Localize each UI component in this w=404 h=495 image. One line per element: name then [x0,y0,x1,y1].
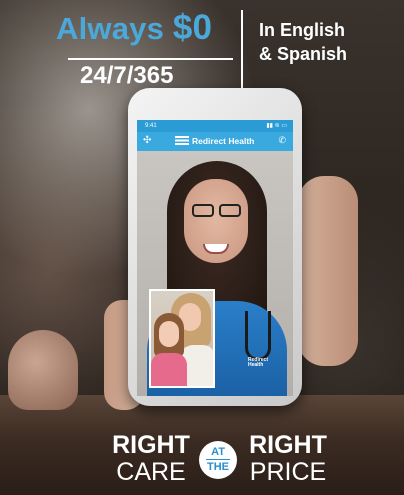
status-time: 9:41 [145,123,157,129]
tagline-left: RIGHT CARE [103,432,199,486]
phone-screen: 9:41 ▮▮ ≋ ▭ ✣ Redirect Health ✆ Redirect… [137,120,293,396]
tagline-left-strong: RIGHT [112,431,190,459]
glasses-lens-right [219,204,241,217]
header-divider [241,10,243,98]
languages-line-2: & Spanish [259,44,348,64]
tagline-right-light: PRICE [249,458,327,486]
languages-text: In English & Spanish [259,18,347,66]
headline-amount: $0 [172,8,213,47]
badge-divider [206,459,230,460]
app-bar: ✣ Redirect Health ✆ [137,132,293,151]
phone-call-icon[interactable]: ✆ [278,135,286,146]
redirect-health-logo-icon [175,136,189,145]
hours-availability: 24/7/365 [80,62,174,89]
tagline-left-light: CARE [116,458,186,486]
person-hand-left-background [8,330,78,410]
badge-top-text: AT [211,446,225,458]
self-view-video[interactable] [149,289,215,388]
headline-prefix: Always [56,11,173,46]
smartphone: 9:41 ▮▮ ≋ ▭ ✣ Redirect Health ✆ Redirect… [128,88,302,406]
headline: Always $0 [56,8,212,48]
hand-holding-phone-right [298,176,358,366]
tagline-right-strong: RIGHT [249,431,327,459]
badge-bottom-text: THE [207,461,229,473]
scrubs-logo: Redirect Health [248,358,268,368]
headline-underline [68,58,233,60]
app-brand-name: Redirect Health [192,136,255,146]
child-shirt [151,353,187,386]
status-icons: ▮▮ ≋ ▭ [266,123,287,129]
child-face [159,321,179,347]
languages-line-1: In English [259,20,346,40]
status-bar: 9:41 ▮▮ ≋ ▭ [137,120,293,132]
glasses-lens-left [192,204,214,217]
tagline: RIGHT CARE AT THE RIGHT PRICE [0,432,404,488]
menu-icon[interactable]: ✣ [143,135,151,146]
stethoscope [245,311,271,361]
app-brand: Redirect Health [175,136,254,146]
tagline-right: RIGHT PRICE [240,432,336,486]
at-the-badge: AT THE [199,441,237,479]
video-call-feed: Redirect Health [137,151,293,396]
doctor-glasses [188,204,244,218]
scrubs-logo-line-2: Health [248,362,264,368]
